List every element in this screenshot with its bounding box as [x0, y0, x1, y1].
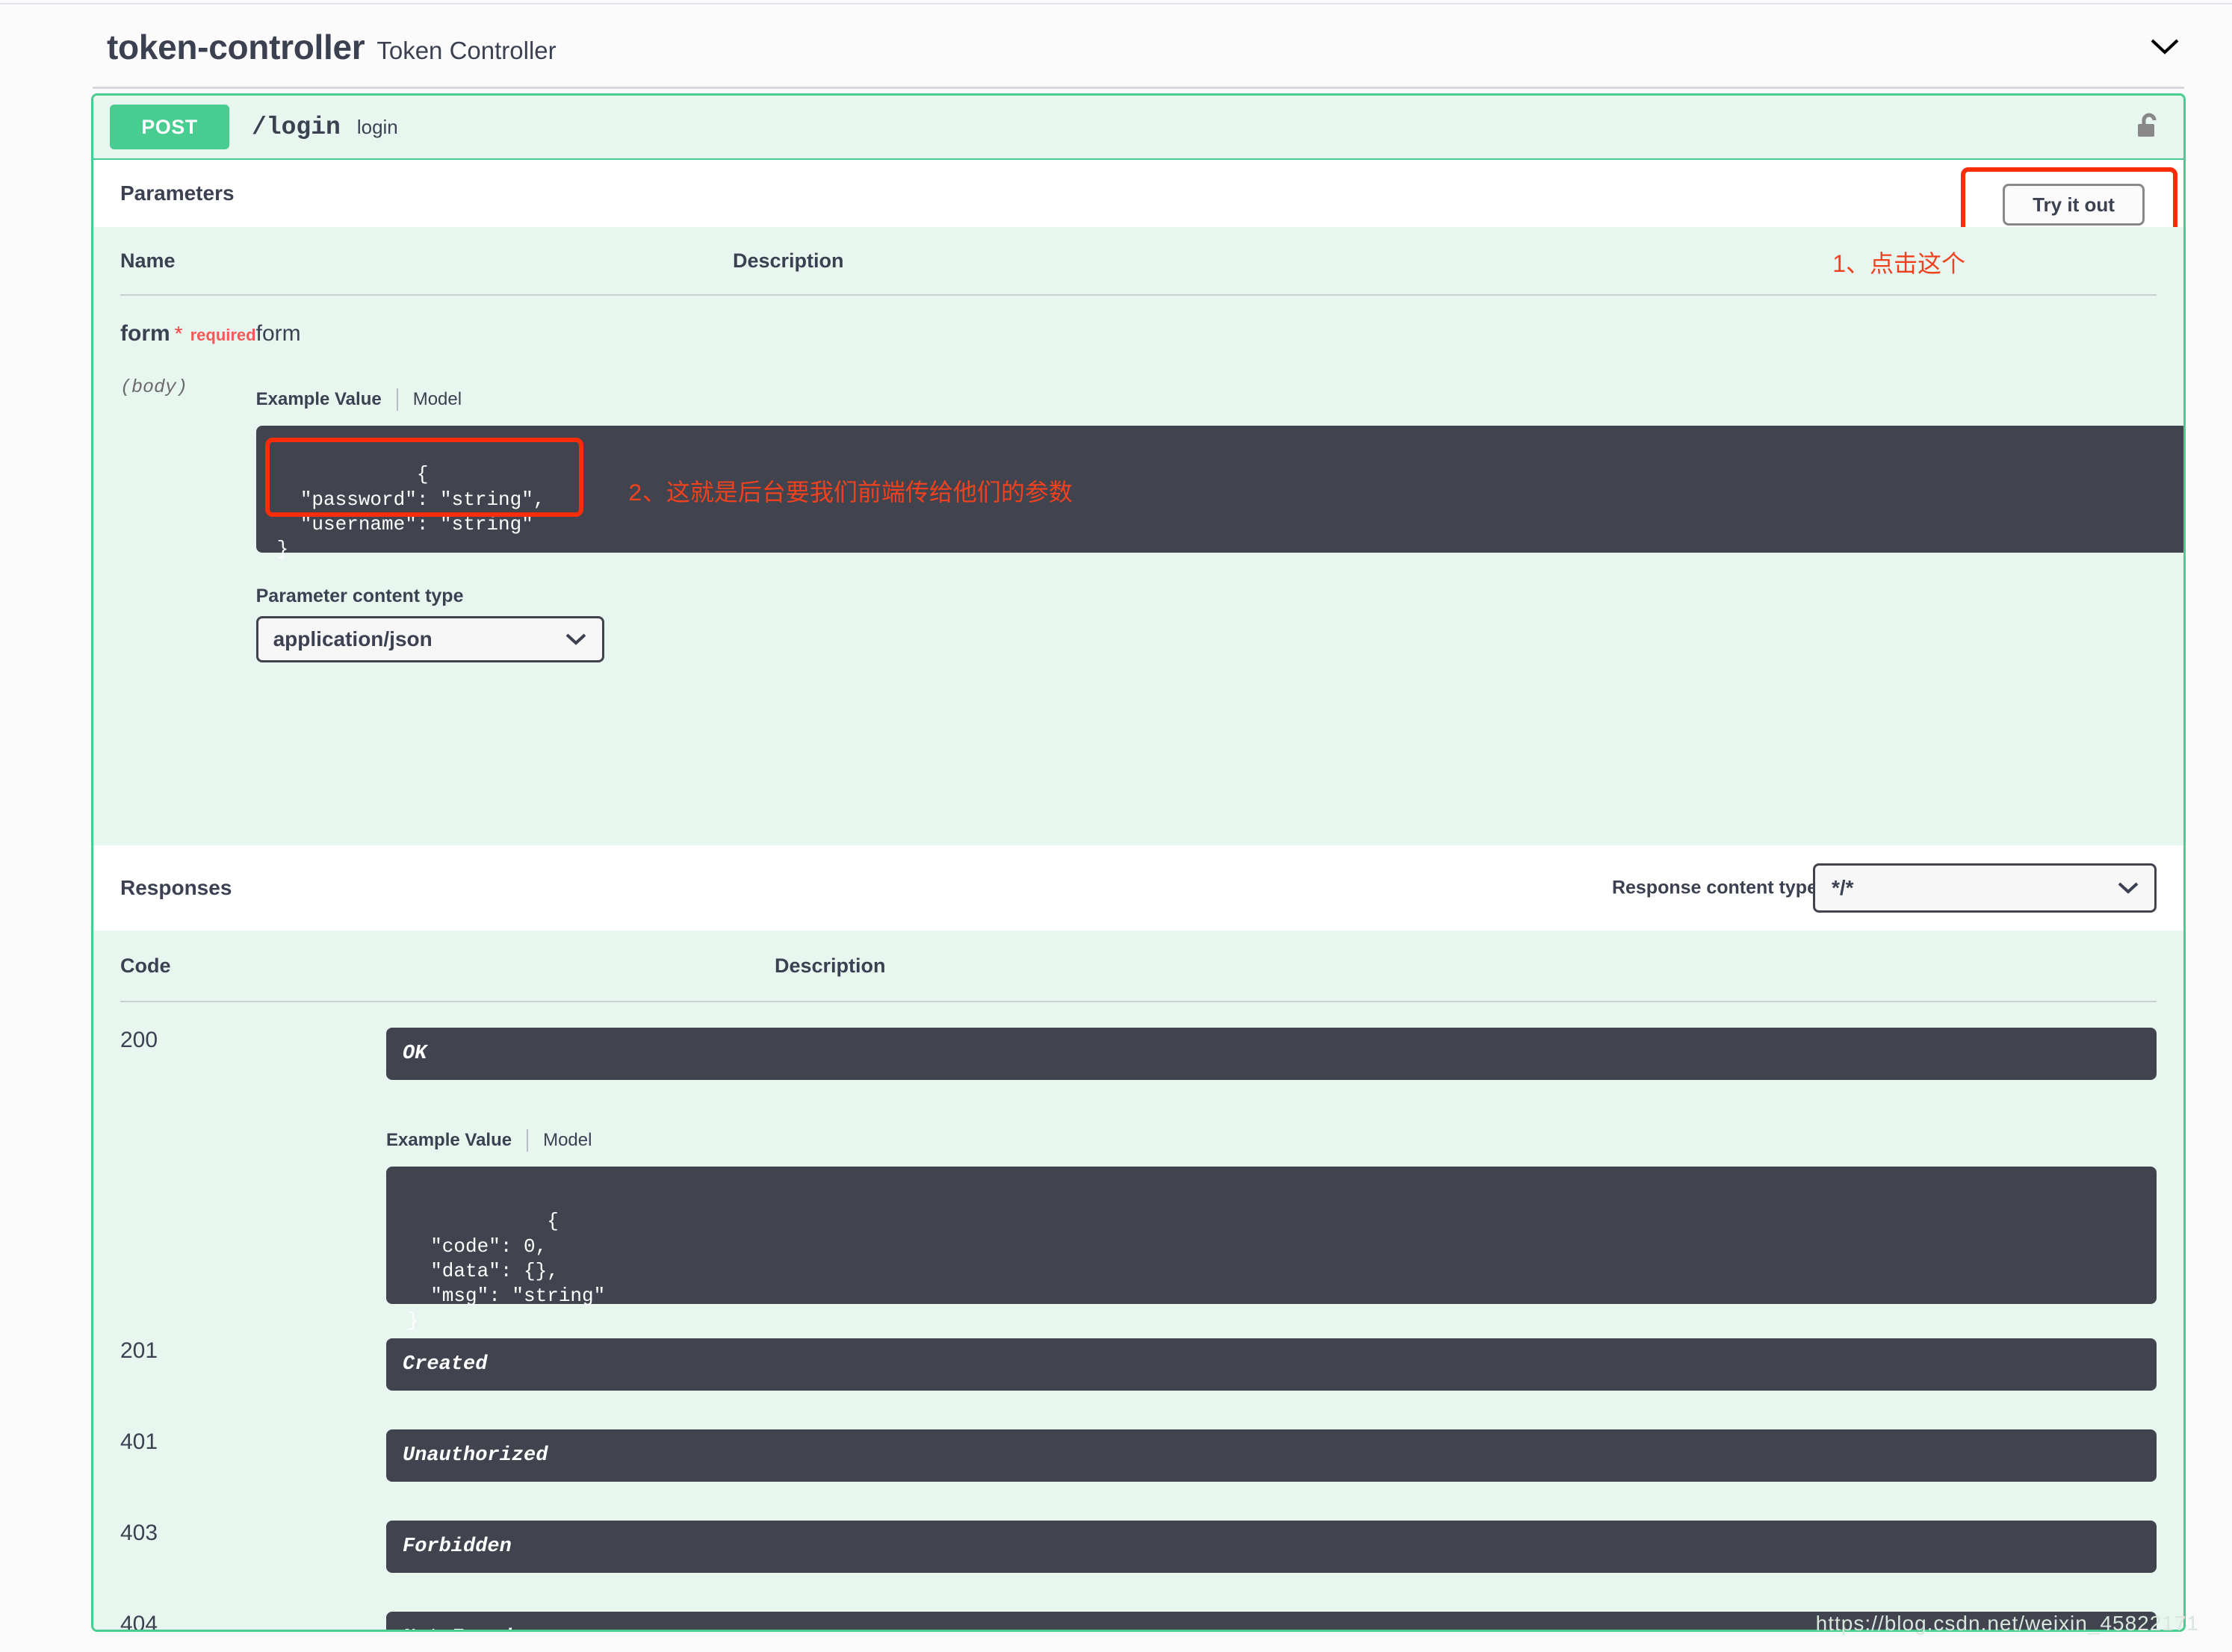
response-content-type-label: Response content type: [1611, 877, 1817, 898]
required-label: required: [190, 326, 256, 344]
operation-block: POST /login login Parameters Try it out …: [91, 93, 2186, 1632]
parameter-description-cell: form Example Value Model { "password": "…: [255, 321, 2183, 662]
parameter-name-cell: form * required (body): [120, 321, 256, 662]
parameter-example-tabs: Example Value Model: [256, 388, 2183, 411]
unlocked-padlock-icon[interactable]: [2134, 112, 2161, 142]
responses-col-code-label: Code: [120, 954, 171, 977]
parameter-name: form: [120, 321, 170, 346]
tag-name: token-controller: [107, 28, 365, 66]
annotation-step-2: 2、这就是后台要我们前端传给他们的参数: [627, 480, 1073, 508]
http-method-badge: POST: [110, 105, 229, 149]
responses-header: Responses Response content type */*: [93, 845, 2183, 931]
response-code-cell: 401: [120, 1429, 386, 1482]
parameter-location: (body): [120, 376, 188, 398]
response-detail-cell: Created: [386, 1338, 2157, 1391]
response-detail-cell: Not Found: [386, 1612, 2157, 1630]
parameter-row: form * required (body) form Example Value …: [120, 296, 2183, 662]
parameters-body: Name Description form * required (body) fo…: [93, 227, 2183, 845]
response-description-bar: Unauthorized: [386, 1429, 2157, 1482]
table-row: 404 Not Found: [120, 1573, 2157, 1630]
swagger-ui-page: token-controller Token Controller POST /…: [0, 0, 2232, 1652]
parameters-col-description-label: Description: [733, 249, 844, 272]
responses-table-header: Code Description: [120, 931, 2157, 1002]
response-code: 403: [120, 1521, 158, 1545]
responses-col-code: Code: [120, 954, 775, 978]
chevron-down-icon: [565, 632, 587, 647]
parameter-content-type-select[interactable]: application/json: [255, 616, 604, 662]
response-code-cell: 201: [120, 1338, 386, 1391]
operation-path: /login: [252, 113, 341, 141]
response-example-code-block[interactable]: { "code": 0, "data": {}, "msg": "string"…: [386, 1167, 2157, 1332]
annotation-step-1: 1、点击这个: [1832, 250, 1965, 277]
response-description-bar: Created: [386, 1338, 2157, 1391]
tab-model[interactable]: Model: [413, 389, 462, 410]
tag-description: Token Controller: [376, 37, 557, 64]
chevron-down-icon: [2117, 881, 2139, 895]
response-code: 200: [120, 1028, 158, 1052]
parameter-description: form: [255, 321, 301, 346]
response-code: 401: [120, 1429, 158, 1454]
responses-col-description: Description: [775, 954, 2157, 978]
parameter-example-code-block[interactable]: { "password": "string", "username": "str…: [255, 426, 2183, 560]
parameters-col-name-label: Name: [120, 249, 176, 272]
response-example-tabs: Example Value Model: [386, 1129, 2157, 1152]
operation-summary-text: login: [356, 115, 398, 138]
tab-model[interactable]: Model: [543, 1130, 592, 1151]
parameter-example-code: { "password": "string", "username": "str…: [276, 463, 545, 561]
response-code-cell: 404: [120, 1612, 386, 1630]
parameters-col-name: Name: [120, 249, 733, 273]
response-description-bar: Not Found: [386, 1612, 2157, 1630]
response-code-cell: 200: [120, 1028, 386, 1304]
response-code: 201: [120, 1338, 158, 1363]
response-code: 404: [120, 1612, 158, 1632]
tag-divider: [93, 87, 2184, 89]
table-row: 403 Forbidden: [120, 1482, 2157, 1573]
tab-example-value[interactable]: Example Value: [256, 389, 382, 410]
table-row: 200 OK Example Value Model { "code": 0, …: [120, 1002, 2157, 1332]
response-code-cell: 403: [120, 1521, 386, 1573]
operation-summary-bar[interactable]: POST /login login: [93, 96, 2183, 160]
parameter-content-type-value: application/json: [273, 627, 433, 650]
response-description-bar: OK: [386, 1028, 2157, 1080]
response-content-type-select[interactable]: */*: [1813, 863, 2157, 913]
responses-col-description-label: Description: [775, 954, 886, 977]
response-detail-cell: OK Example Value Model { "code": 0, "dat…: [386, 1028, 2157, 1332]
parameters-header: Parameters Try it out: [93, 160, 2183, 241]
responses-title: Responses: [120, 876, 232, 899]
table-row: 401 Unauthorized: [120, 1391, 2157, 1482]
parameter-name-line: form * required: [120, 321, 256, 347]
response-content-type-value: */*: [1832, 876, 1854, 899]
try-it-out-button[interactable]: Try it out: [2003, 184, 2145, 226]
tag-header[interactable]: token-controller Token Controller: [0, 3, 2232, 90]
tab-separator: [396, 388, 398, 411]
required-star: *: [174, 322, 183, 345]
parameters-title: Parameters: [120, 181, 235, 205]
response-detail-cell: Unauthorized: [386, 1429, 2157, 1482]
parameter-content-type-label: Parameter content type: [256, 586, 2183, 607]
chevron-down-icon[interactable]: [2148, 36, 2181, 58]
tag-title-wrap: token-controller Token Controller: [107, 27, 557, 67]
tab-example-value[interactable]: Example Value: [386, 1130, 512, 1151]
response-description-bar: Forbidden: [386, 1521, 2157, 1573]
tab-separator: [527, 1129, 529, 1152]
responses-body: Code Description 200 OK Example Value Mo…: [93, 931, 2183, 1630]
response-detail-cell: Forbidden: [386, 1521, 2157, 1573]
